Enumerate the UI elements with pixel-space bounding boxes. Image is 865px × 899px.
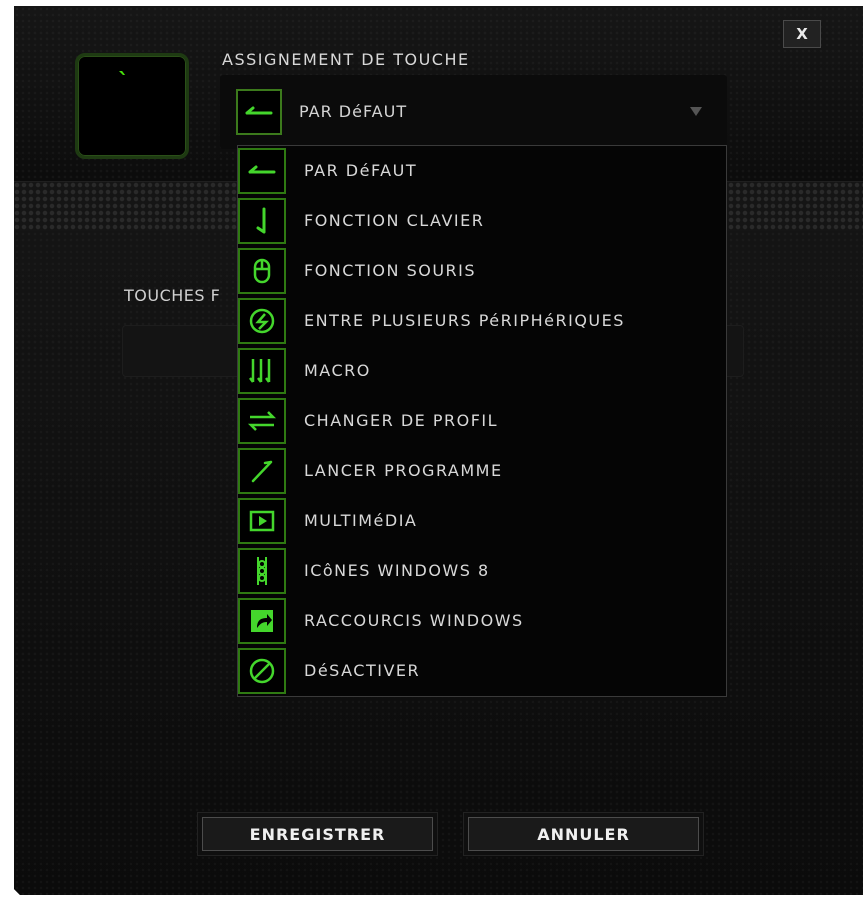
chevron-down-icon[interactable] — [690, 107, 702, 116]
menu-item-label: ENTRE PLUSIEURS PéRIPHéRIQUES — [304, 311, 625, 330]
menu-item-label: PAR DéFAUT — [304, 161, 418, 180]
menu-item-label: FONCTION CLAVIER — [304, 211, 485, 230]
switch-profile-icon — [238, 398, 286, 444]
keyboard-function-icon — [238, 198, 286, 244]
save-button[interactable]: ENREGISTRER — [202, 817, 433, 851]
touches-label: TOUCHES F — [124, 286, 221, 305]
launch-program-icon — [238, 448, 286, 494]
menu-item-mouse-function[interactable]: FONCTION SOURIS — [238, 246, 726, 296]
windows8-charms-icon — [238, 548, 286, 594]
menu-item-label: ICôNES WINDOWS 8 — [304, 561, 490, 580]
menu-item-label: LANCER PROGRAMME — [304, 461, 503, 480]
macro-icon — [238, 348, 286, 394]
menu-item-label: MULTIMéDIA — [304, 511, 418, 530]
menu-item-windows8-charms[interactable]: ICôNES WINDOWS 8 — [238, 546, 726, 596]
mouse-icon — [238, 248, 286, 294]
menu-item-windows-shortcut[interactable]: RACCOURCIS WINDOWS — [238, 596, 726, 646]
menu-item-label: RACCOURCIS WINDOWS — [304, 611, 524, 630]
multimedia-icon — [238, 498, 286, 544]
menu-item-default[interactable]: PAR DéFAUT — [238, 146, 726, 196]
menu-item-launch-program[interactable]: LANCER PROGRAMME — [238, 446, 726, 496]
menu-item-switch-profile[interactable]: CHANGER DE PROFIL — [238, 396, 726, 446]
menu-item-macro[interactable]: MACRO — [238, 346, 726, 396]
key-preview: ` — [75, 53, 189, 159]
menu-item-keyboard-function[interactable]: FONCTION CLAVIER — [238, 196, 726, 246]
menu-item-label: DéSACTIVER — [304, 661, 421, 680]
dropdown-selected-value: PAR DéFAUT — [299, 102, 408, 121]
menu-item-inter-device[interactable]: ENTRE PLUSIEURS PéRIPHéRIQUES — [238, 296, 726, 346]
menu-item-disable[interactable]: DéSACTIVER — [238, 646, 726, 696]
inter-device-icon — [238, 298, 286, 344]
assignment-dropdown[interactable]: PAR DéFAUT — [220, 75, 727, 149]
assignment-menu: PAR DéFAUT FONCTION CLAVIER FONCTION SOU… — [237, 145, 727, 697]
menu-item-label: MACRO — [304, 361, 371, 380]
default-arrow-icon — [238, 148, 286, 194]
section-title: ASSIGNEMENT DE TOUCHE — [222, 50, 470, 69]
disable-icon — [238, 648, 286, 694]
key-character: ` — [118, 70, 129, 95]
key-assignment-dialog: X ` ASSIGNEMENT DE TOUCHE PAR DéFAUT TOU… — [14, 6, 863, 895]
menu-item-multimedia[interactable]: MULTIMéDIA — [238, 496, 726, 546]
cancel-button[interactable]: ANNULER — [468, 817, 699, 851]
default-arrow-icon — [236, 89, 282, 135]
close-button[interactable]: X — [783, 20, 821, 48]
menu-item-label: FONCTION SOURIS — [304, 261, 477, 280]
menu-item-label: CHANGER DE PROFIL — [304, 411, 499, 430]
windows-shortcut-icon — [238, 598, 286, 644]
